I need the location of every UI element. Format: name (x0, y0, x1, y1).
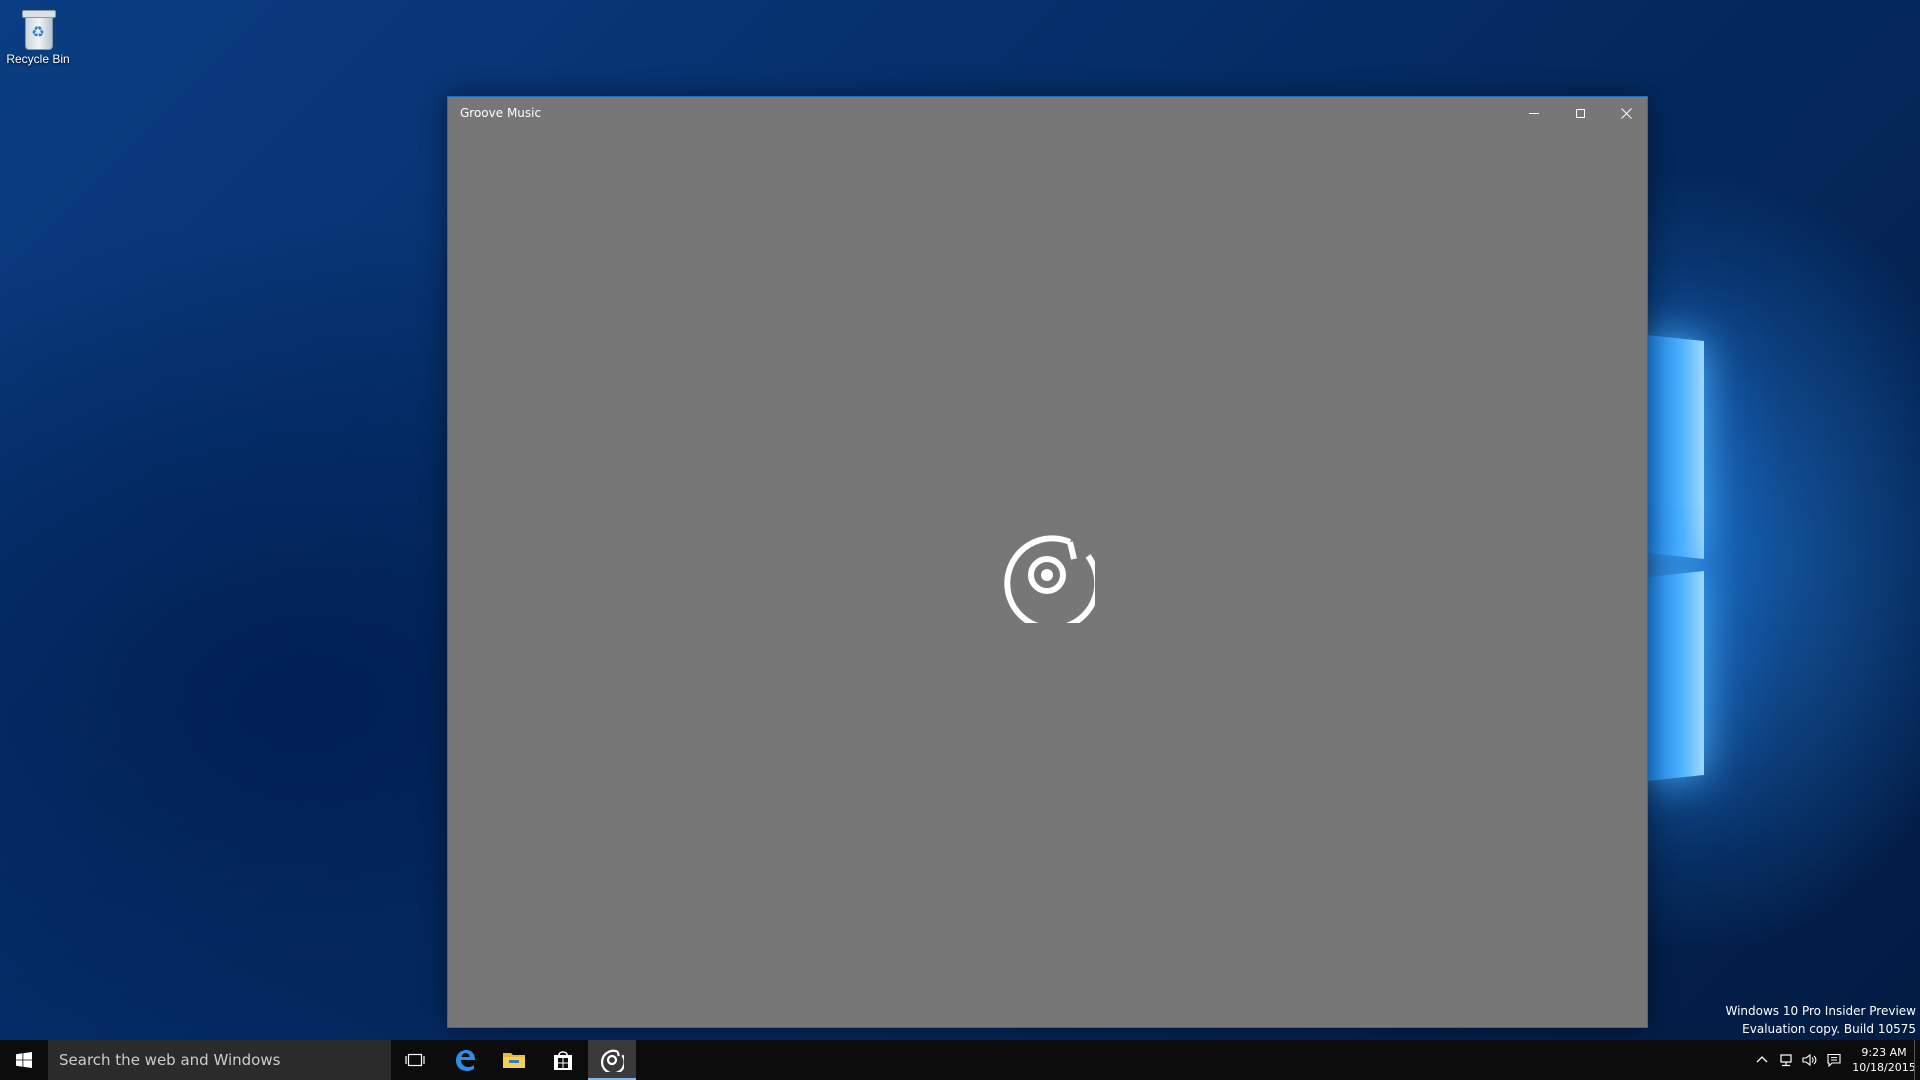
wallpaper-logo-pane (1648, 335, 1704, 559)
system-tray: 9:23 AM 10/18/2015 (1748, 1040, 1920, 1080)
start-button[interactable] (0, 1040, 48, 1080)
watermark-line: Evaluation copy. Build 10575 (1742, 1022, 1916, 1036)
task-view-icon (405, 1053, 425, 1067)
groove-music-window[interactable]: Groove Music (447, 96, 1648, 1028)
search-placeholder: Search the web and Windows (59, 1051, 281, 1069)
taskbar-clock[interactable]: 9:23 AM 10/18/2015 (1852, 1045, 1916, 1075)
wallpaper-logo-pane (1648, 571, 1704, 781)
clock-date: 10/18/2015 (1852, 1061, 1916, 1074)
maximize-icon (1575, 108, 1585, 118)
folder-icon (503, 1053, 525, 1068)
taskbar-search-box[interactable]: Search the web and Windows (48, 1040, 391, 1080)
close-icon (1620, 107, 1632, 119)
network-icon[interactable] (1778, 1053, 1794, 1067)
watermark-line: Windows 10 Pro Insider Preview (1725, 1004, 1916, 1018)
edge-icon (456, 1050, 475, 1071)
action-center-icon[interactable] (1826, 1053, 1842, 1067)
taskbar-groove-music-button[interactable] (588, 1040, 636, 1080)
chevron-up-icon[interactable] (1754, 1053, 1770, 1067)
minimize-button[interactable] (1511, 97, 1557, 129)
show-desktop-button[interactable] (1914, 1040, 1920, 1080)
minimize-icon (1529, 112, 1539, 114)
taskbar-file-explorer-button[interactable] (490, 1040, 538, 1080)
maximize-button[interactable] (1557, 97, 1603, 129)
groove-music-icon (600, 1049, 624, 1072)
recycle-bin-icon: ♻ (21, 8, 56, 50)
taskbar-edge-button[interactable] (441, 1040, 489, 1080)
volume-icon[interactable] (1802, 1053, 1818, 1067)
desktop-icon-label: Recycle Bin (6, 52, 70, 66)
desktop-icon-recycle-bin[interactable]: ♻ Recycle Bin (4, 8, 72, 66)
desktop: ♻ Recycle Bin Groove Music Windows 10 Pr… (0, 0, 1920, 1080)
clock-time: 9:23 AM (1861, 1046, 1907, 1059)
taskbar-store-button[interactable] (539, 1040, 587, 1080)
groove-music-logo-icon (1004, 535, 1095, 623)
window-title: Groove Music (460, 106, 542, 120)
taskbar: Search the web and Windows 9:23 AM 10/18… (0, 1040, 1920, 1080)
task-view-button[interactable] (391, 1040, 439, 1080)
title-bar[interactable]: Groove Music (448, 97, 1647, 129)
os-watermark: Windows 10 Pro Insider Preview Evaluatio… (1725, 1002, 1916, 1038)
store-icon (554, 1051, 572, 1070)
windows-logo-icon (16, 1052, 32, 1068)
close-button[interactable] (1603, 97, 1649, 129)
